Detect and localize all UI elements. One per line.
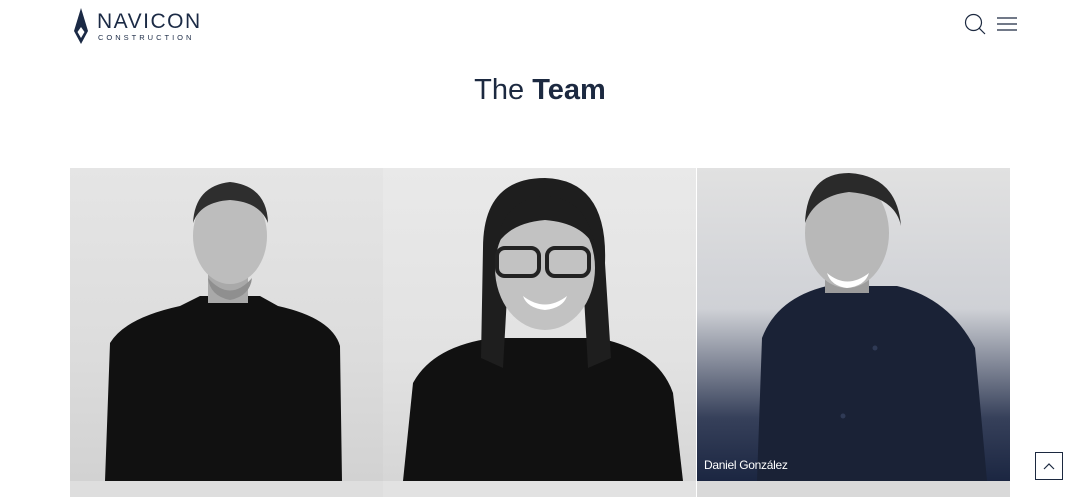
team-member-card[interactable]	[70, 168, 383, 481]
team-member-name: Daniel González	[704, 458, 788, 472]
section-title: The Team	[0, 74, 1080, 107]
brand-logo[interactable]: NAVICON CONSTRUCTION	[72, 7, 202, 45]
team-member-photo	[403, 178, 683, 481]
header-actions	[964, 13, 1018, 35]
team-member-card[interactable]	[383, 168, 696, 481]
brand-name: NAVICON	[97, 9, 202, 33]
section-title-light: The	[474, 74, 525, 106]
team-member-card[interactable]: Daniel González	[697, 168, 1010, 481]
chevron-up-icon	[1043, 463, 1055, 470]
section-title-bold: Team	[532, 74, 606, 106]
search-icon[interactable]	[964, 13, 986, 35]
logo-mark-icon	[74, 8, 88, 44]
team-member-card[interactable]	[70, 481, 383, 497]
team-member-card[interactable]	[697, 481, 1010, 497]
team-member-card[interactable]	[383, 481, 696, 497]
team-member-photo	[757, 173, 987, 481]
scroll-to-top-button[interactable]	[1035, 452, 1063, 480]
page: NAVICON CONSTRUCTION The Team Daniel Gon…	[0, 0, 1080, 497]
brand-tagline: CONSTRUCTION	[98, 32, 195, 42]
menu-icon[interactable]	[996, 13, 1018, 35]
team-member-photo	[105, 182, 342, 481]
team-grid: Daniel González	[70, 168, 1010, 497]
